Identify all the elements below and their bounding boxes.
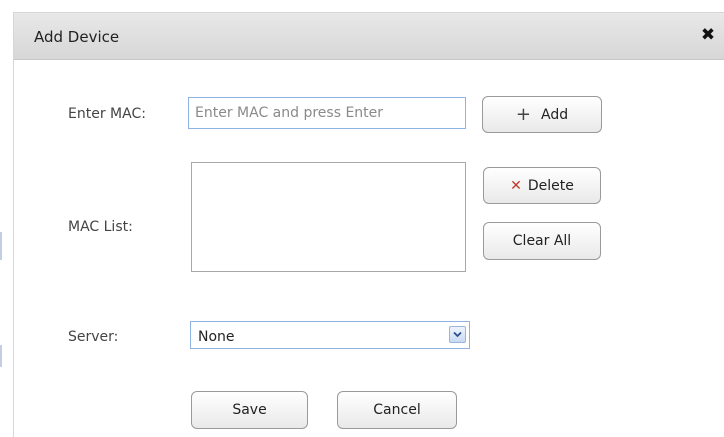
add-button[interactable]: + Add [482, 96, 602, 133]
delete-button[interactable]: ✕ Delete [483, 167, 601, 204]
save-button[interactable]: Save [191, 391, 308, 429]
cancel-button-label: Cancel [373, 402, 421, 418]
server-select-value: None [198, 329, 235, 345]
dialog-titlebar[interactable]: Add Device ✖ [14, 13, 724, 60]
clear-all-button[interactable]: Clear All [483, 222, 601, 260]
close-icon[interactable]: ✖ [697, 24, 719, 46]
delete-button-label: Delete [527, 177, 574, 194]
chevron-down-icon[interactable] [449, 326, 466, 343]
plus-icon: + [515, 103, 531, 125]
add-device-dialog: Add Device ✖ Enter MAC: + Add MAC List: … [13, 12, 724, 437]
mac-list[interactable] [191, 162, 466, 272]
page-edge-mark [0, 232, 2, 260]
page-edge-mark [0, 345, 2, 367]
dialog-title: Add Device [34, 28, 120, 46]
server-select[interactable]: None [190, 321, 470, 349]
cancel-button[interactable]: Cancel [337, 391, 457, 429]
mac-input[interactable] [188, 97, 466, 129]
clear-all-button-label: Clear All [512, 233, 572, 249]
save-button-label: Save [232, 402, 267, 418]
mac-list-label: MAC List: [68, 219, 133, 235]
mac-label: Enter MAC: [68, 106, 146, 122]
server-label: Server: [68, 329, 119, 345]
x-icon: ✕ [510, 177, 522, 194]
add-button-label: Add [540, 106, 569, 123]
